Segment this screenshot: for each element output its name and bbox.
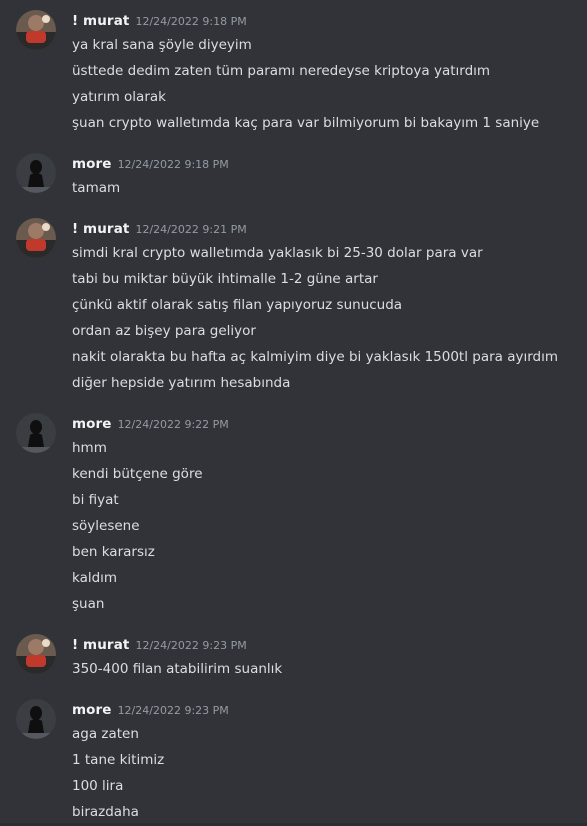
message-header: more 12/24/2022 9:23 PM xyxy=(72,699,229,719)
message-lines: simdi kral crypto walletımda yaklasık bi… xyxy=(72,240,582,396)
timestamp: 12/24/2022 9:21 PM xyxy=(135,223,247,236)
message-line: ben kararsız xyxy=(72,544,155,560)
message-lines: hmm kendi bütçene göre bi fiyat söylesen… xyxy=(72,435,582,617)
message-line: yatırım olarak xyxy=(72,89,166,105)
message-line: 350-400 filan atabilirim suanlık xyxy=(72,661,283,677)
message-line: bi fiyat xyxy=(72,492,119,508)
message-lines: tamam xyxy=(72,175,582,201)
username[interactable]: more xyxy=(72,416,112,432)
murat-avatar[interactable] xyxy=(16,634,56,674)
more-avatar[interactable] xyxy=(16,153,56,193)
username[interactable]: ! murat xyxy=(72,637,129,653)
username[interactable]: more xyxy=(72,702,112,718)
message-line: 100 lira xyxy=(72,778,124,794)
timestamp: 12/24/2022 9:18 PM xyxy=(135,15,247,28)
message-line: diğer hepside yatırım hesabında xyxy=(72,375,291,391)
message-line: aga zaten xyxy=(72,726,139,742)
message-line: üsttede dedim zaten tüm paramı neredeyse… xyxy=(72,63,491,79)
message-line: birazdaha xyxy=(72,804,139,820)
more-avatar[interactable] xyxy=(16,699,56,739)
timestamp: 12/24/2022 9:22 PM xyxy=(117,418,229,431)
message-lines: aga zaten 1 tane kitimiz 100 lira birazd… xyxy=(72,721,582,825)
message-line: simdi kral crypto walletımda yaklasık bi… xyxy=(72,245,483,261)
message-header: ! murat 12/24/2022 9:18 PM xyxy=(72,10,247,30)
more-avatar[interactable] xyxy=(16,413,56,453)
message-lines: 350-400 filan atabilirim suanlık xyxy=(72,656,582,682)
message-line: söylesene xyxy=(72,518,140,534)
timestamp: 12/24/2022 9:23 PM xyxy=(117,704,229,717)
message-header: ! murat 12/24/2022 9:21 PM xyxy=(72,218,247,238)
message-line: ordan az bişey para geliyor xyxy=(72,323,256,339)
timestamp: 12/24/2022 9:23 PM xyxy=(135,639,247,652)
message-line: tabi bu miktar büyük ihtimalle 1-2 güne … xyxy=(72,271,378,287)
message-line: nakit olarakta bu hafta aç kalmiyim diye… xyxy=(72,349,559,365)
message-lines: ya kral sana şöyle diyeyim üsttede dedim… xyxy=(72,32,582,136)
username[interactable]: ! murat xyxy=(72,221,129,237)
chat-messages: ! murat 12/24/2022 9:18 PM ya kral sana ş… xyxy=(0,0,587,826)
message-line: kendi bütçene göre xyxy=(72,466,203,482)
message-line: tamam xyxy=(72,180,121,196)
message-line: hmm xyxy=(72,440,107,456)
message-line: kaldım xyxy=(72,570,118,586)
murat-avatar[interactable] xyxy=(16,10,56,50)
message-header: more 12/24/2022 9:18 PM xyxy=(72,153,229,173)
message-line: çünkü aktif olarak satış filan yapıyoruz… xyxy=(72,297,403,313)
username[interactable]: more xyxy=(72,156,112,172)
message-line: ya kral sana şöyle diyeyim xyxy=(72,37,252,53)
message-header: ! murat 12/24/2022 9:23 PM xyxy=(72,634,247,654)
timestamp: 12/24/2022 9:18 PM xyxy=(117,158,229,171)
message-line: şuan xyxy=(72,596,105,612)
message-header: more 12/24/2022 9:22 PM xyxy=(72,413,229,433)
message-line: 1 tane kitimiz xyxy=(72,752,165,768)
murat-avatar[interactable] xyxy=(16,218,56,258)
username[interactable]: ! murat xyxy=(72,13,129,29)
message-line: şuan crypto walletımda kaç para var bilm… xyxy=(72,115,540,131)
